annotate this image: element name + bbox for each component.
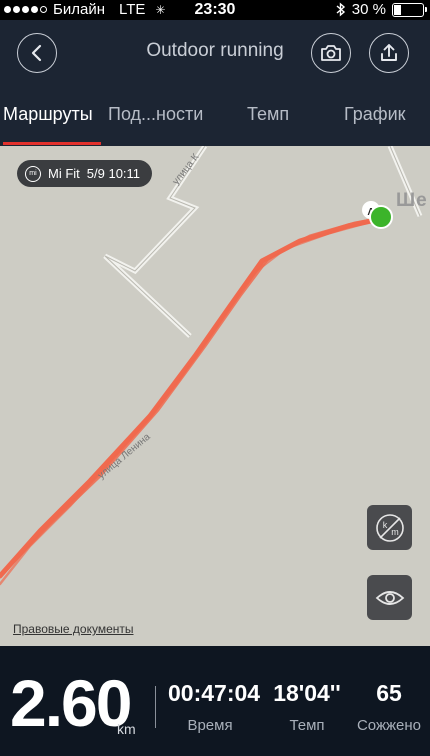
stats-panel: 2.60 km 00:47:04 Время 18'04'' Темп 65 С… xyxy=(0,646,430,756)
stat-pace: 18'04'' Темп xyxy=(272,680,342,735)
battery-percent: 30 % xyxy=(351,1,386,18)
time-label: Время xyxy=(187,717,233,734)
bluetooth-icon xyxy=(336,2,345,17)
end-marker xyxy=(369,205,393,229)
header: Outdoor running xyxy=(0,20,430,86)
map-road-edges xyxy=(104,146,421,337)
eye-icon xyxy=(375,590,404,605)
distance-value: 2.60 xyxy=(10,666,132,740)
place-label: Ше xyxy=(396,190,428,211)
distance-unit: km xyxy=(117,721,136,737)
legal-documents-link[interactable]: Правовые документы xyxy=(13,622,134,636)
status-bar: Билайн LTE ✳ 23:30 30 % xyxy=(0,0,430,20)
visibility-toggle-button[interactable] xyxy=(367,575,412,620)
stat-calories: 65 Сожжено xyxy=(350,680,428,735)
battery-icon xyxy=(392,2,427,17)
pace-value: 18'04'' xyxy=(273,680,341,706)
source-badge: mi Mi Fit 5/9 10:11 xyxy=(17,160,153,187)
camera-button[interactable] xyxy=(311,33,351,73)
time-value: 00:47:04 xyxy=(168,680,261,706)
tab-pace[interactable]: Темп xyxy=(247,104,289,125)
battery-fill xyxy=(394,4,401,15)
mi-logo-icon: mi xyxy=(25,165,41,182)
map-canvas: A xyxy=(0,146,423,586)
svg-text:k: k xyxy=(382,520,387,530)
map-roads xyxy=(103,146,423,338)
tab-bar: Маршруты Под...ности Темп График xyxy=(0,86,430,146)
svg-text:m: m xyxy=(391,527,399,537)
active-tab-indicator xyxy=(3,142,101,145)
route-map[interactable]: A улица К улица Ленина Ше mi Mi Fit 5/9 … xyxy=(0,146,430,646)
page-title: Outdoor running xyxy=(146,40,284,61)
badge-brand: Mi Fit xyxy=(48,166,80,181)
calories-label: Сожжено xyxy=(356,717,422,734)
stats-divider xyxy=(155,686,156,728)
route-path xyxy=(0,216,384,586)
camera-icon xyxy=(321,45,341,61)
upload-icon xyxy=(381,44,397,61)
share-button[interactable] xyxy=(369,33,409,73)
stat-time: 00:47:04 Время xyxy=(168,680,261,735)
pace-label: Темп xyxy=(289,717,325,734)
tab-chart[interactable]: График xyxy=(344,104,406,125)
tab-routes[interactable]: Маршруты xyxy=(3,104,93,125)
status-right: 30 % xyxy=(336,1,427,18)
unit-toggle-button[interactable]: k m xyxy=(367,505,412,550)
calories-value: 65 xyxy=(376,680,402,706)
badge-date: 5/9 10:11 xyxy=(86,166,141,181)
km-unit-toggle-icon: k m xyxy=(375,513,404,542)
tab-details[interactable]: Под...ности xyxy=(108,104,203,125)
